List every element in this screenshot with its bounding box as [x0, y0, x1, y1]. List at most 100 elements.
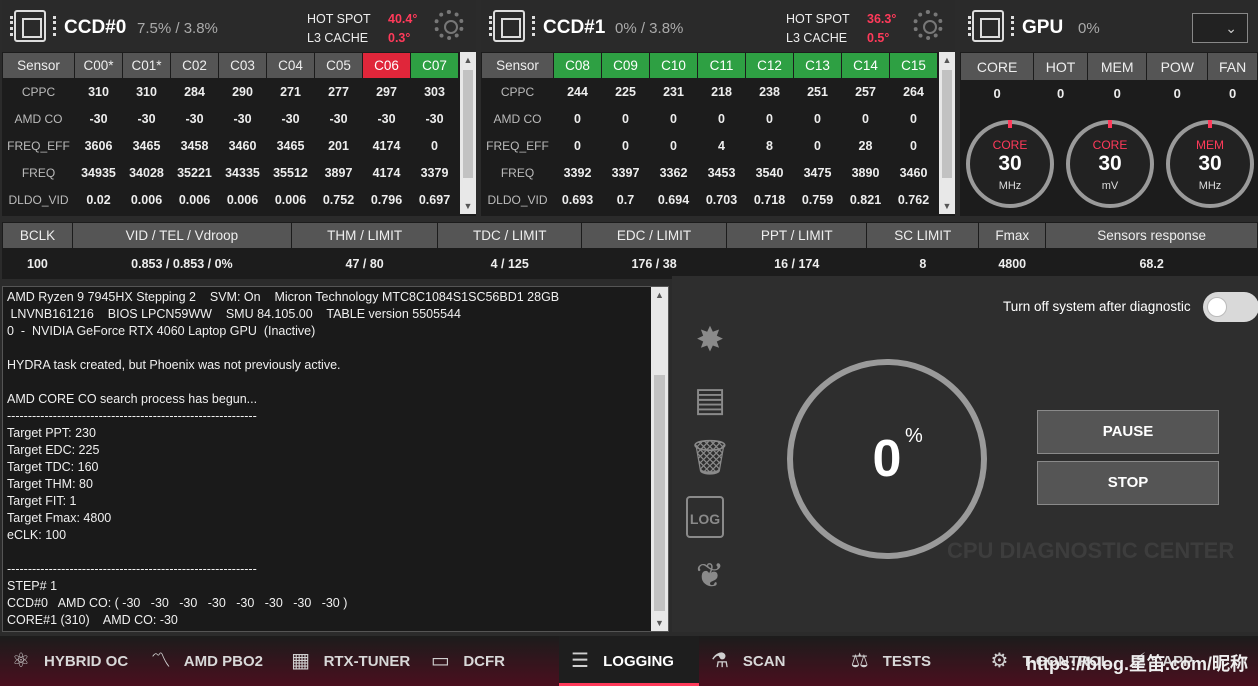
core-col-header-c10[interactable]: C10	[649, 52, 698, 79]
sensor-label: CPPC	[21, 85, 56, 100]
nav-item-amd-pbo2[interactable]: 〽 AMD PBO2	[140, 636, 280, 686]
sensor-value: -30	[281, 112, 300, 126]
stat-header: Sensors response	[1045, 222, 1258, 249]
alert-burst-icon[interactable]: ✸	[686, 316, 734, 364]
sensor-label: DLDO_VID	[8, 193, 69, 207]
core-col-header-c09[interactable]: C09	[601, 52, 650, 79]
gpu-select-dropdown[interactable]: ⌄	[1192, 13, 1248, 43]
sensor-value: 4174	[372, 166, 401, 180]
core-col-header-c07[interactable]: C07	[410, 52, 459, 79]
sensor-value: 0	[814, 139, 821, 153]
core-col-header-c15[interactable]: C15	[889, 52, 938, 79]
pause-button[interactable]: PAUSE	[1037, 410, 1219, 454]
ccd0-settings-gear-icon[interactable]	[434, 10, 464, 40]
log-output-panel[interactable]: AMD Ryzen 9 7945HX Stepping 2 SVM: On Mi…	[2, 286, 669, 632]
cpu-chip-icon	[489, 10, 535, 42]
core-col-header-c00[interactable]: C00*	[74, 52, 123, 79]
ccd0-l3-label: L3 CACHE	[307, 31, 369, 45]
sensor-value: 3379	[420, 166, 449, 180]
sensor-label: AMD CO	[493, 112, 542, 126]
log-line: eCLK: 100	[7, 528, 67, 542]
core-col-header-c04[interactable]: C04	[266, 52, 315, 79]
scroll-down-icon[interactable]: ▼	[460, 198, 476, 214]
log-line: ----------------------------------------…	[7, 409, 257, 423]
nav-item-hybrid-oc[interactable]: ⚛ HYBRID OC	[0, 636, 140, 686]
gauge-label: MEM	[1196, 138, 1224, 152]
sensor-value: 3475	[803, 166, 832, 180]
sensor-value: 271	[280, 85, 301, 100]
sensor-value: 264	[903, 85, 924, 100]
nav-label: TESTS	[882, 652, 932, 670]
log-file-icon[interactable]: LOG	[686, 496, 724, 538]
scroll-thumb[interactable]	[463, 70, 473, 178]
scroll-thumb[interactable]	[654, 375, 665, 611]
sensor-value: 290	[232, 85, 253, 100]
ccd1-hotspot-value: 36.3°	[867, 12, 897, 26]
gpu-chip-icon	[968, 10, 1014, 42]
core-col-header-c13[interactable]: C13	[793, 52, 842, 79]
shutdown-toggle[interactable]	[1203, 292, 1258, 322]
sensor-value: 251	[807, 85, 828, 100]
sensor-value: 0	[670, 139, 677, 153]
core-col-header-c11[interactable]: C11	[697, 52, 746, 79]
log-line: ----------------------------------------…	[7, 562, 257, 576]
toggle-knob	[1207, 297, 1227, 317]
document-icon[interactable]: ▤	[686, 376, 734, 424]
sensor-value: 244	[567, 85, 588, 100]
log-scrollbar[interactable]: ▲ ▼	[651, 287, 668, 631]
log-line: LNVNB161216 BIOS LPCN59WW SMU 84.105.00 …	[7, 307, 461, 321]
core-col-header-c12[interactable]: C12	[745, 52, 794, 79]
scroll-down-icon[interactable]: ▼	[651, 615, 668, 631]
gpu-load: 0%	[1078, 20, 1100, 37]
core-col-header-c03[interactable]: C03	[218, 52, 267, 79]
sensor-value: 277	[328, 85, 349, 100]
table-row: AMD CO -30 -30 -30 -30 -30 -30 -30 -30	[3, 106, 459, 133]
thermostat-icon: ⚙	[990, 650, 1009, 672]
table-row: FREQ_EFF 0 0 0 4 8 0 28 0	[482, 133, 938, 160]
ccd1-settings-gear-icon[interactable]	[913, 10, 943, 40]
gpu-sensor-table: CORE HOT MEM POW FAN 0 0 0 0 0	[959, 52, 1258, 107]
gauge-unit: mV	[1101, 180, 1119, 192]
stat-header: TDC / LIMIT	[437, 222, 583, 249]
sensor-value: 231	[663, 85, 684, 100]
sensor-label: AMD CO	[14, 112, 63, 126]
core-col-header-c14[interactable]: C14	[841, 52, 890, 79]
core-col-header-c01[interactable]: C01*	[122, 52, 171, 79]
scroll-up-icon[interactable]: ▲	[460, 52, 476, 68]
nav-item-scan[interactable]: ⚗ SCAN	[699, 636, 839, 686]
gauge-value: 30	[1098, 152, 1122, 175]
stop-button[interactable]: STOP	[1037, 461, 1219, 505]
nav-item-tests[interactable]: ⚖ TESTS	[839, 636, 979, 686]
core-col-header-c05[interactable]: C05	[314, 52, 363, 79]
gauge-value: 30	[998, 152, 1022, 175]
nav-item-dcfr[interactable]: ▭ DCFR	[419, 636, 559, 686]
core-col-header-c06[interactable]: C06	[362, 52, 411, 79]
stat-value: 4800	[998, 256, 1027, 271]
phoenix-emblem-icon[interactable]: ❦	[686, 552, 734, 600]
stat-header: VID / TEL / Vdroop	[71, 222, 292, 249]
chart-line-icon: 〽	[150, 650, 171, 672]
sensor-col-header[interactable]: Sensor	[481, 52, 554, 79]
trash-icon[interactable]: 🗑	[686, 434, 734, 482]
sensor-value: -30	[185, 112, 204, 126]
stat-header: PPT / LIMIT	[726, 222, 868, 249]
gauge-unit: MHz	[1198, 180, 1222, 192]
nav-label: SCAN	[742, 652, 786, 670]
sensor-value: 0.02	[86, 193, 111, 207]
ccd1-scrollbar[interactable]: ▲ ▼	[939, 52, 955, 214]
nav-item-logging[interactable]: ☰ LOGGING	[559, 636, 699, 686]
sensor-value: 0.796	[370, 193, 403, 207]
core-col-header-c08[interactable]: C08	[553, 52, 602, 79]
scroll-thumb[interactable]	[942, 70, 952, 178]
core-col-header-c02[interactable]: C02	[170, 52, 219, 79]
sensor-col-header[interactable]: Sensor	[2, 52, 75, 79]
sensor-value: -30	[329, 112, 348, 126]
watermark-credit: https://blog.星笛.com/昵称	[1026, 654, 1248, 674]
scroll-up-icon[interactable]: ▲	[651, 287, 668, 303]
scroll-up-icon[interactable]: ▲	[939, 52, 955, 68]
scroll-down-icon[interactable]: ▼	[939, 198, 955, 214]
ccd0-scrollbar[interactable]: ▲ ▼	[460, 52, 476, 214]
nav-item-rtx-tuner[interactable]: ▦ RTX-TUNER	[280, 636, 420, 686]
ccd0-sensor-table: Sensor C00* C01* C02 C03 C04 C05 C06 C07 CPPC 310 3…	[2, 52, 459, 214]
